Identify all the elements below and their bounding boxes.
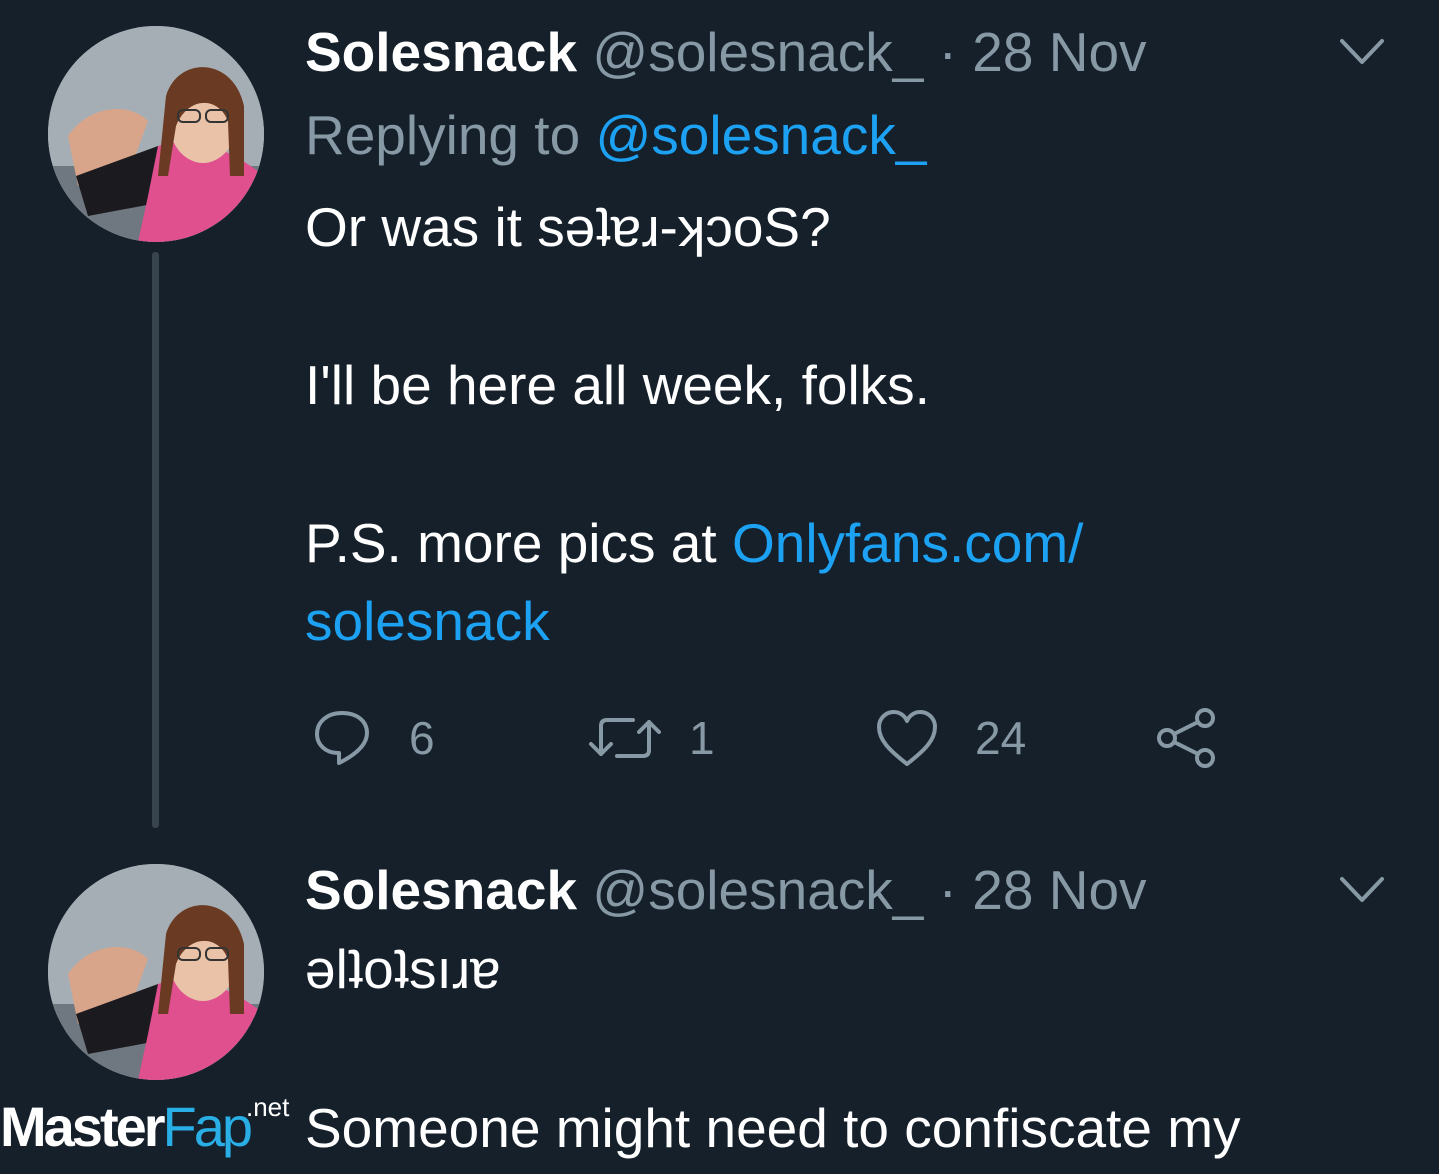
retweet-count: 1 xyxy=(689,712,715,764)
tweet[interactable]: Solesnack @solesnack_ · 28 Nov Replying … xyxy=(0,0,1439,860)
tweet-body: Or was it sǝʇɐɹ-ʞɔoS? I'll be here all w… xyxy=(305,188,1305,660)
avatar[interactable] xyxy=(48,26,264,242)
onlyfans-link[interactable]: Onlyfans.com/ xyxy=(732,512,1084,574)
reply-count: 6 xyxy=(409,712,435,764)
tweet-menu-button[interactable] xyxy=(1339,876,1385,904)
like-button[interactable]: 24 xyxy=(875,700,1026,776)
thread-line xyxy=(152,252,159,828)
replying-prefix: Replying to xyxy=(305,104,581,166)
replying-handle-link[interactable]: @solesnack_ xyxy=(595,104,926,166)
tweet-menu-button[interactable] xyxy=(1339,38,1385,66)
share-button[interactable] xyxy=(1155,700,1219,776)
tweet-text-line: P.S. more pics at Onlyfans.com/solesnack xyxy=(305,504,1305,660)
tweet-body: ǝlʇoʇsıɹɐ xyxy=(305,930,1305,1008)
like-count: 24 xyxy=(975,712,1027,764)
tweet-text-line: Someone might need to confiscate my xyxy=(305,1097,1241,1159)
retweet-icon xyxy=(589,718,661,758)
tweet-date[interactable]: 28 Nov xyxy=(972,859,1146,921)
tweet-text-line: Or was it sǝʇɐɹ-ʞɔoS? xyxy=(305,196,831,258)
watermark-fap: Fap xyxy=(162,1095,253,1158)
header-separator: · xyxy=(938,21,957,83)
tweet-text-line: ǝlʇoʇsıɹɐ xyxy=(305,938,501,1000)
author-handle[interactable]: @solesnack_ xyxy=(592,859,923,921)
watermark-logo: MasterFap .net xyxy=(0,1092,289,1174)
watermark-master: Master xyxy=(0,1095,166,1158)
avatar-image xyxy=(48,26,264,242)
author-name[interactable]: Solesnack xyxy=(305,859,577,921)
tweet-date[interactable]: 28 Nov xyxy=(972,21,1146,83)
tweet-text-prefix: P.S. more pics at xyxy=(305,512,717,574)
chevron-down-icon xyxy=(1340,877,1384,902)
share-icon xyxy=(1157,708,1215,768)
tweet-actions: 6 1 24 xyxy=(305,700,1245,776)
tweet-header: Solesnack @solesnack_ · 28 Nov xyxy=(305,860,1147,920)
avatar-image xyxy=(48,864,264,1080)
author-handle[interactable]: @solesnack_ xyxy=(592,21,923,83)
reply-button[interactable]: 6 xyxy=(311,700,435,776)
watermark-net: .net xyxy=(246,1092,290,1122)
replying-to: Replying to @solesnack_ xyxy=(305,104,926,166)
tweet-header: Solesnack @solesnack_ · 28 Nov xyxy=(305,22,1147,82)
retweet-button[interactable]: 1 xyxy=(589,700,715,776)
header-separator: · xyxy=(938,859,957,921)
onlyfans-link-continued[interactable]: solesnack xyxy=(305,590,550,652)
avatar[interactable] xyxy=(48,864,264,1080)
heart-icon xyxy=(877,710,937,766)
tweet-text-line: I'll be here all week, folks. xyxy=(305,354,930,416)
chevron-down-icon xyxy=(1340,39,1384,64)
author-name[interactable]: Solesnack xyxy=(305,21,577,83)
reply-icon xyxy=(315,711,369,765)
